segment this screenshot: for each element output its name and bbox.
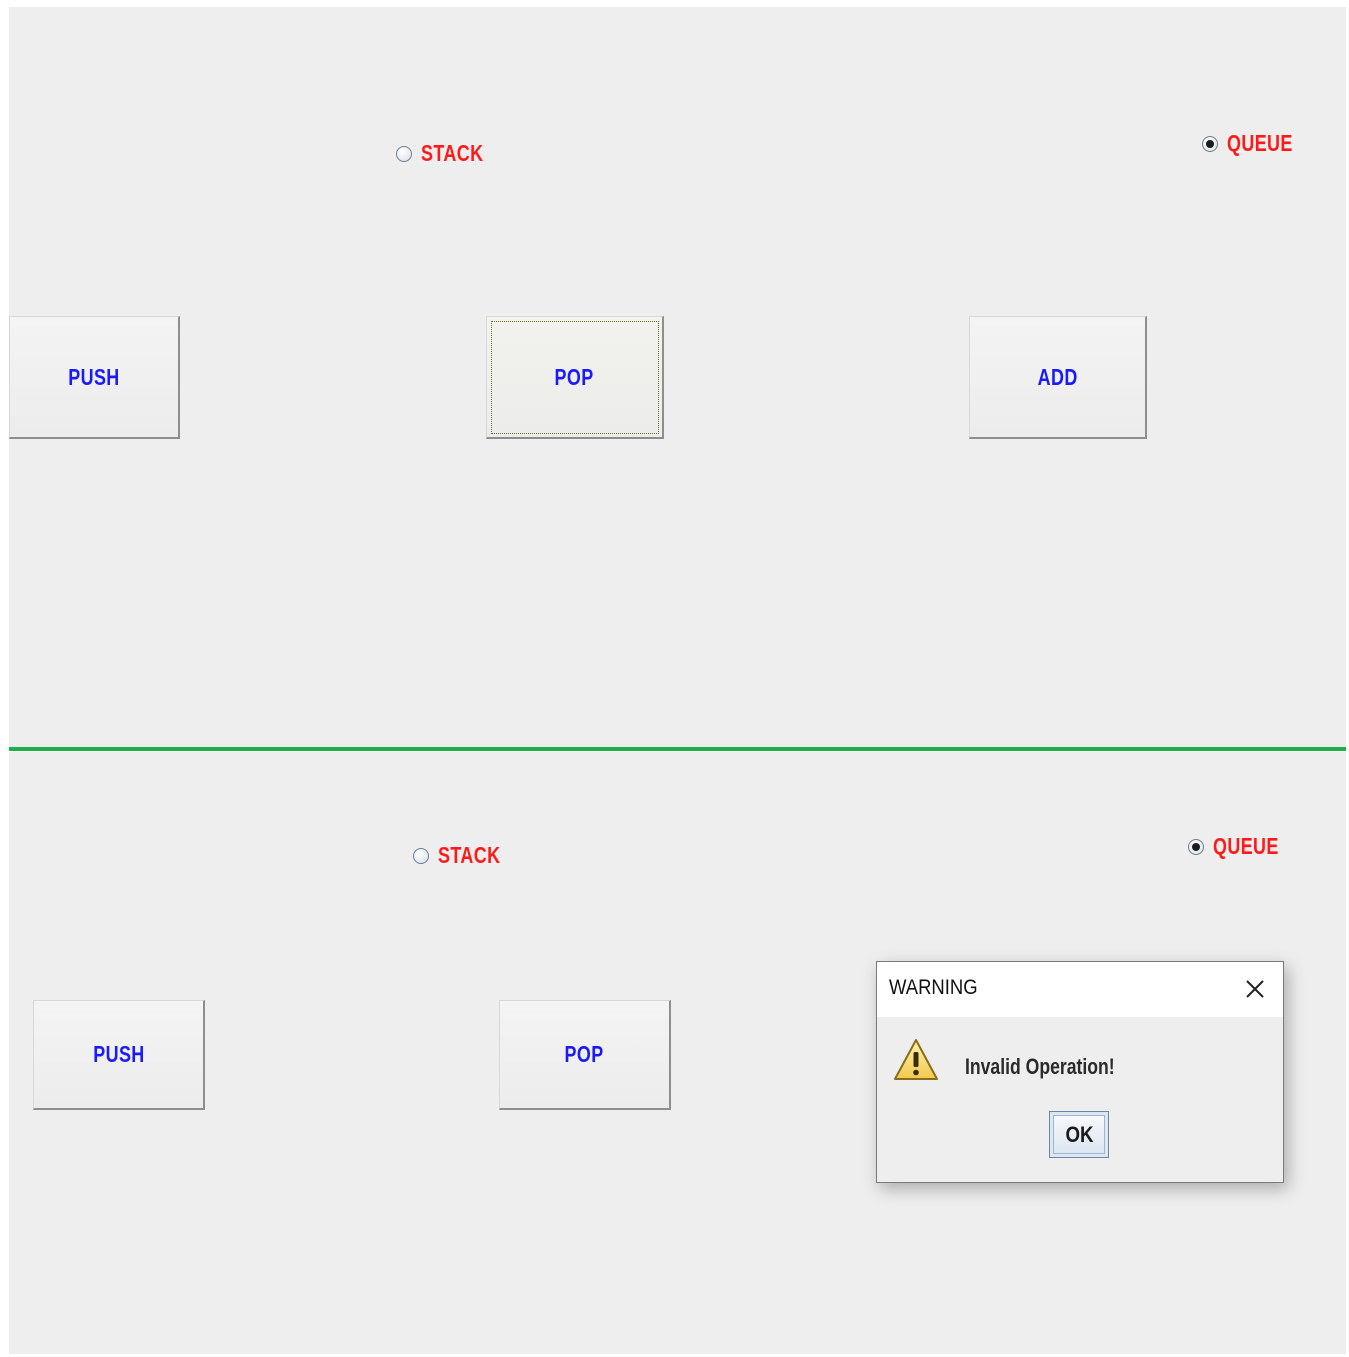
ok-button[interactable]: OK [1049,1111,1109,1158]
radio-button-checked[interactable] [1202,135,1218,152]
dialog-message: Invalid Operation! [965,1054,1115,1079]
radio-stack-top[interactable]: STACK [396,140,501,167]
radio-stack-bottom[interactable]: STACK [413,842,518,869]
add-button-label: ADD [1037,363,1078,390]
push-button-label: PUSH [68,363,120,390]
radio-button-checked[interactable] [1188,838,1204,855]
radio-queue-label: QUEUE [1213,833,1279,859]
push-button[interactable]: PUSH [33,1000,205,1110]
dialog-title: WARNING [889,976,978,999]
radio-queue-top[interactable]: QUEUE [1202,130,1311,157]
warning-icon [894,1039,938,1080]
radio-queue-bottom[interactable]: QUEUE [1188,833,1297,860]
radio-button-unchecked[interactable] [413,847,429,864]
dialog-titlebar[interactable]: WARNING [877,962,1283,1017]
pop-button[interactable]: POP [486,316,664,439]
radio-stack-label: STACK [421,140,484,166]
radio-button-unchecked[interactable] [396,145,412,162]
pop-button-label: POP [564,1041,605,1067]
divider-line [9,747,1346,751]
push-button-label: PUSH [92,1041,145,1067]
pop-button[interactable]: POP [499,1000,671,1110]
ok-button-label: OK [1064,1121,1094,1147]
close-icon [1246,980,1264,998]
push-button[interactable]: PUSH [9,316,180,439]
close-button[interactable] [1237,971,1273,1007]
radio-stack-label: STACK [438,842,501,868]
add-button[interactable]: ADD [969,316,1147,439]
warning-dialog: WARNING Invalid Operation! OK [876,961,1284,1183]
pop-button-label: POP [554,363,595,390]
radio-queue-label: QUEUE [1227,130,1293,156]
